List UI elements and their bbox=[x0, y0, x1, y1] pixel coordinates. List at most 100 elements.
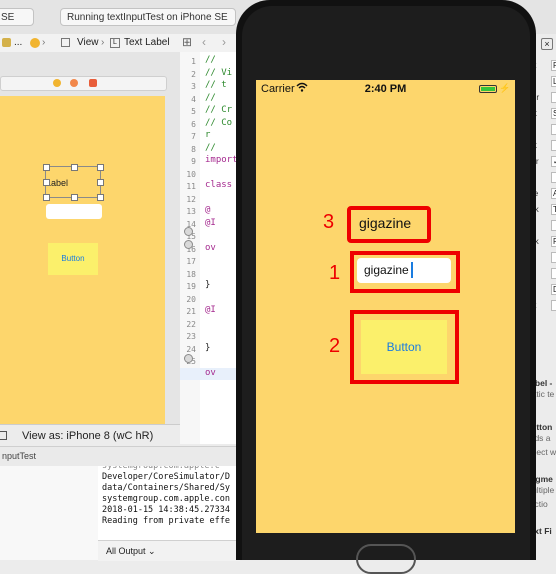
annotation-number-1: 1 bbox=[329, 262, 341, 284]
line-number[interactable]: 7 bbox=[180, 132, 196, 141]
line-number[interactable]: 9 bbox=[180, 157, 196, 166]
line-number[interactable]: 2 bbox=[180, 70, 196, 79]
line-number[interactable]: 22 bbox=[180, 320, 196, 329]
line-number[interactable]: 6 bbox=[180, 120, 196, 129]
line-number[interactable]: 8 bbox=[180, 145, 196, 154]
code-line: // Cr bbox=[205, 105, 233, 115]
code-line: @I bbox=[205, 217, 216, 228]
resize-handle[interactable] bbox=[71, 164, 78, 171]
chevron-right-icon: › bbox=[101, 37, 105, 48]
inspector-row-control[interactable]: F bbox=[551, 236, 556, 247]
inspector-row-control[interactable] bbox=[551, 140, 556, 151]
inspector-row-control[interactable] bbox=[551, 220, 556, 231]
console-line: Reading from private effe bbox=[102, 516, 230, 526]
line-number[interactable]: 18 bbox=[180, 270, 196, 279]
variables-view bbox=[0, 466, 99, 560]
storyboard-button[interactable]: Button bbox=[48, 243, 98, 275]
close-icon[interactable]: × bbox=[541, 38, 553, 50]
inspector-row-control[interactable]: P bbox=[551, 60, 556, 71]
view-controller-icon[interactable] bbox=[53, 79, 61, 87]
inspector-row-control[interactable] bbox=[551, 172, 556, 183]
line-number[interactable]: 20 bbox=[180, 295, 196, 304]
inspector-row-control[interactable]: A bbox=[551, 188, 556, 199]
jumpbar-item[interactable]: ... bbox=[14, 34, 22, 52]
inspector-row-control[interactable] bbox=[551, 300, 556, 311]
charging-icon: ⚡ bbox=[499, 83, 511, 93]
outlet-connection-icon[interactable] bbox=[184, 227, 193, 236]
storyboard-label[interactable]: Label bbox=[43, 164, 104, 201]
status-bar-time: 2:40 PM bbox=[364, 83, 407, 95]
sim-button[interactable]: Button bbox=[361, 320, 447, 374]
line-number[interactable]: 3 bbox=[180, 82, 196, 91]
console-output[interactable]: systemgroup.com.apple.c Developer/CoreSi… bbox=[98, 466, 240, 540]
line-number[interactable]: 12 bbox=[180, 195, 196, 204]
first-responder-icon[interactable] bbox=[70, 79, 78, 87]
inspector-row-control[interactable]: T bbox=[551, 204, 556, 215]
console-footer: All Output ⌄ bbox=[98, 540, 240, 561]
scene-dock bbox=[0, 76, 167, 91]
resize-handle[interactable] bbox=[43, 179, 50, 186]
back-arrow-icon[interactable]: ‹ bbox=[202, 33, 206, 51]
resize-handle[interactable] bbox=[97, 164, 104, 171]
label-icon: L bbox=[110, 38, 120, 48]
inspector-row-control[interactable]: D bbox=[551, 284, 556, 295]
code-line: // bbox=[205, 92, 216, 103]
line-number[interactable]: 4 bbox=[180, 95, 196, 104]
console-text: systemgroup.com.apple.c Developer/CoreSi… bbox=[102, 466, 230, 526]
line-number[interactable]: 21 bbox=[180, 307, 196, 316]
line-number[interactable]: 10 bbox=[180, 170, 196, 179]
activity-status: Running textInputTest on iPhone SE bbox=[60, 8, 236, 26]
forward-arrow-icon[interactable]: › bbox=[222, 33, 226, 51]
debug-bar: nputTest bbox=[0, 446, 240, 468]
resize-handle[interactable] bbox=[43, 164, 50, 171]
console-line: data/Containers/Shared/Sy bbox=[102, 483, 230, 493]
line-number[interactable]: 5 bbox=[180, 107, 196, 116]
resize-handle[interactable] bbox=[97, 179, 104, 186]
jumpbar-item[interactable]: View bbox=[77, 34, 99, 52]
home-button[interactable] bbox=[356, 544, 416, 574]
annotation-number-3: 3 bbox=[323, 211, 335, 233]
jumpbar-item[interactable]: Text Label bbox=[124, 34, 170, 52]
inspector-row-control[interactable] bbox=[551, 268, 556, 279]
activity-status-text: Running textInputTest on iPhone SE bbox=[67, 12, 228, 23]
code-line: // Co bbox=[205, 117, 233, 128]
text-cursor bbox=[411, 262, 413, 278]
sim-text-field-value: gigazine bbox=[364, 263, 409, 277]
line-number[interactable]: 19 bbox=[180, 282, 196, 291]
outlet-connection-icon[interactable] bbox=[184, 240, 193, 249]
inspector-row-control[interactable] bbox=[551, 124, 556, 135]
battery-icon bbox=[479, 85, 497, 93]
line-number[interactable]: 17 bbox=[180, 257, 196, 266]
scheme-selector[interactable]: SE bbox=[0, 8, 34, 26]
jump-bar: ... › View › L Text Label ⊞ ‹ › bbox=[0, 34, 240, 53]
annotation-number-2: 2 bbox=[329, 335, 341, 357]
storyboard-text-field[interactable] bbox=[46, 204, 102, 219]
inspector-row-control[interactable]: L bbox=[551, 76, 556, 87]
storyboard-icon bbox=[30, 38, 40, 48]
line-number[interactable]: 24 bbox=[180, 345, 196, 354]
inspector-row-control[interactable] bbox=[551, 252, 556, 263]
resize-handle[interactable] bbox=[43, 194, 50, 201]
line-number[interactable]: 11 bbox=[180, 182, 196, 191]
line-number[interactable]: 23 bbox=[180, 332, 196, 341]
simulator-screen[interactable] bbox=[256, 80, 515, 533]
sim-label: gigazine bbox=[359, 215, 412, 231]
line-number[interactable]: 1 bbox=[180, 57, 196, 66]
code-line: // bbox=[205, 55, 216, 65]
inspector-row-control[interactable]: S bbox=[551, 108, 556, 119]
sim-text-field[interactable]: gigazine bbox=[357, 258, 451, 283]
inspector-row-control[interactable] bbox=[551, 92, 556, 103]
grid-icon[interactable]: ⊞ bbox=[182, 33, 192, 51]
code-line: r bbox=[205, 130, 211, 140]
action-connection-icon[interactable] bbox=[184, 354, 193, 363]
line-number[interactable]: 13 bbox=[180, 207, 196, 216]
toggle-outline-icon[interactable] bbox=[0, 431, 7, 440]
folder-icon bbox=[2, 38, 11, 47]
view-as-label[interactable]: View as: iPhone 8 (wC hR) bbox=[22, 425, 153, 447]
output-filter-dropdown[interactable]: All Output ⌄ bbox=[106, 541, 156, 561]
code-line: } bbox=[205, 280, 211, 290]
exit-icon[interactable] bbox=[89, 79, 97, 87]
inspector-row-control[interactable]: ✓ bbox=[551, 156, 556, 167]
resize-handle[interactable] bbox=[71, 194, 78, 201]
resize-handle[interactable] bbox=[97, 194, 104, 201]
